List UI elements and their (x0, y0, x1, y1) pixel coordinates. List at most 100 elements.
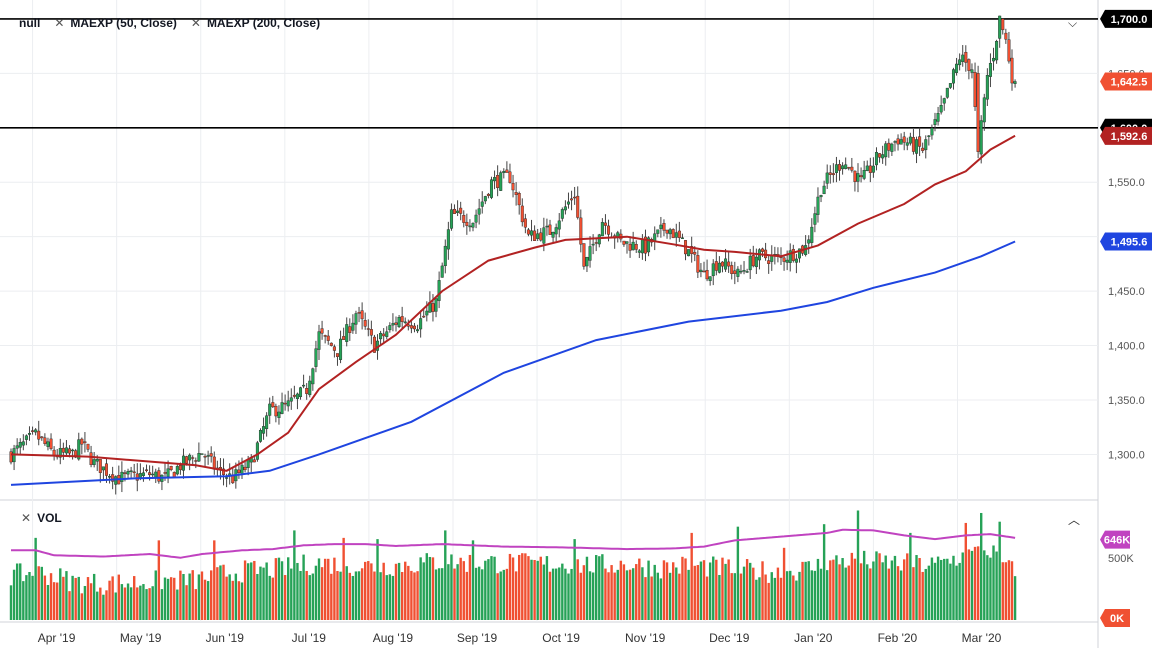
volume-bar (1013, 576, 1017, 620)
volume-bar (850, 552, 854, 620)
volume-bar (708, 562, 712, 620)
volume-bar (591, 572, 595, 620)
volume-bar (345, 566, 348, 620)
volume-bar (933, 562, 937, 620)
x-tick-label: May '19 (120, 631, 162, 645)
volume-bar (250, 562, 253, 620)
volume-bar (43, 575, 47, 620)
legend-item-ma200[interactable]: ✕ MAEXP (200, Close) (191, 16, 320, 30)
volume-bar (764, 574, 767, 620)
volume-bar (973, 546, 977, 620)
candle (258, 428, 262, 443)
volume-bar (829, 560, 832, 620)
volume-bar (579, 572, 582, 620)
volume-bar (456, 564, 459, 620)
volume-bar (545, 556, 549, 620)
volume-bar (773, 577, 777, 620)
volume-bar (832, 559, 835, 620)
volume-bar (68, 591, 71, 620)
volume-bar (129, 587, 133, 620)
remove-ma200-icon[interactable]: ✕ (191, 16, 201, 30)
volume-bar (564, 568, 567, 620)
volume-bar (92, 573, 96, 620)
volume-bar (280, 561, 284, 620)
y-tick-label: 1,300.0 (1108, 449, 1145, 461)
volume-bar (314, 565, 318, 620)
candle (687, 249, 691, 257)
volume-bar (702, 560, 706, 620)
collapse-volume-chevron-up-icon[interactable]: ︿ (1068, 511, 1080, 528)
volume-bar (659, 578, 663, 620)
volume-bar (943, 558, 946, 620)
volume-bar (539, 556, 542, 620)
price-chart[interactable]: 1,300.01,350.01,400.01,450.01,500.01,550… (0, 0, 1155, 648)
volume-bar (151, 586, 154, 620)
volume-bar (200, 571, 204, 620)
volume-bar (930, 557, 934, 620)
volume-bar (986, 555, 989, 620)
volume-bar (434, 569, 438, 620)
y-tick-label: 1,550.0 (1108, 177, 1145, 189)
collapse-legend-chevron-down-icon[interactable]: ⌵ (1068, 16, 1077, 31)
volume-bar (394, 563, 398, 620)
volume-bar (795, 580, 798, 620)
volume-bar (625, 570, 629, 620)
volume-bar (425, 553, 428, 620)
volume-bar (157, 540, 161, 620)
volume-bar (853, 558, 857, 620)
volume-bar (487, 559, 490, 620)
volume-bar (533, 559, 536, 620)
volume-bar (299, 570, 302, 620)
legend-item-volume[interactable]: ✕ VOL (21, 511, 62, 525)
x-tick-label: Mar '20 (962, 631, 1002, 645)
volume-bar (918, 558, 921, 620)
volume-bar (12, 569, 16, 620)
volume-bar (336, 571, 339, 620)
volume-bar (884, 555, 887, 620)
volume-bar (758, 577, 761, 620)
x-tick-label: Oct '19 (542, 631, 580, 645)
volume-bar (779, 577, 783, 620)
volume-bar (296, 562, 299, 620)
x-tick-label: Sep '19 (457, 631, 498, 645)
x-tick-label: Feb '20 (878, 631, 918, 645)
volume-bar (225, 576, 228, 620)
volume-bar (400, 571, 404, 620)
volume-bar (721, 557, 724, 620)
volume-bar (206, 581, 210, 620)
volume-bar (431, 557, 435, 620)
remove-volume-icon[interactable]: ✕ (21, 511, 31, 525)
price-badge-ma200: 1,495.6 (1100, 232, 1152, 251)
volume-bar (219, 565, 222, 620)
volume-bar (745, 559, 749, 620)
volume-bar (638, 558, 641, 620)
volume-bar (939, 559, 943, 620)
volume-bar (327, 558, 330, 620)
volume-bar (305, 570, 308, 620)
volume-bar (644, 577, 647, 620)
volume-bar (641, 567, 644, 620)
volume-bar (890, 560, 894, 620)
y-tick-label: 1,350.0 (1108, 395, 1145, 407)
remove-ma50-icon[interactable]: ✕ (54, 16, 64, 30)
volume-bar (856, 510, 860, 620)
volume-bar (628, 569, 632, 620)
volume-bar (367, 561, 370, 620)
candle (255, 440, 259, 462)
volume-bar (841, 558, 844, 620)
legend-item-ma50[interactable]: ✕ MAEXP (50, Close) (54, 16, 177, 30)
volume-legend: ✕ VOL (21, 511, 62, 525)
volume-bar (958, 562, 961, 620)
volume-bar (240, 582, 244, 620)
volume-bar (481, 569, 484, 620)
volume-bar (450, 554, 453, 620)
volume-bar (869, 568, 872, 620)
volume-bar (693, 565, 696, 620)
chart-container[interactable]: 1,300.01,350.01,400.01,450.01,500.01,550… (0, 0, 1155, 648)
volume-bar (921, 571, 924, 620)
volume-bar (471, 540, 475, 620)
volume-bar (502, 569, 505, 620)
volume-bar (283, 575, 287, 620)
volume-bar (955, 565, 958, 620)
volume-bar (647, 560, 650, 620)
